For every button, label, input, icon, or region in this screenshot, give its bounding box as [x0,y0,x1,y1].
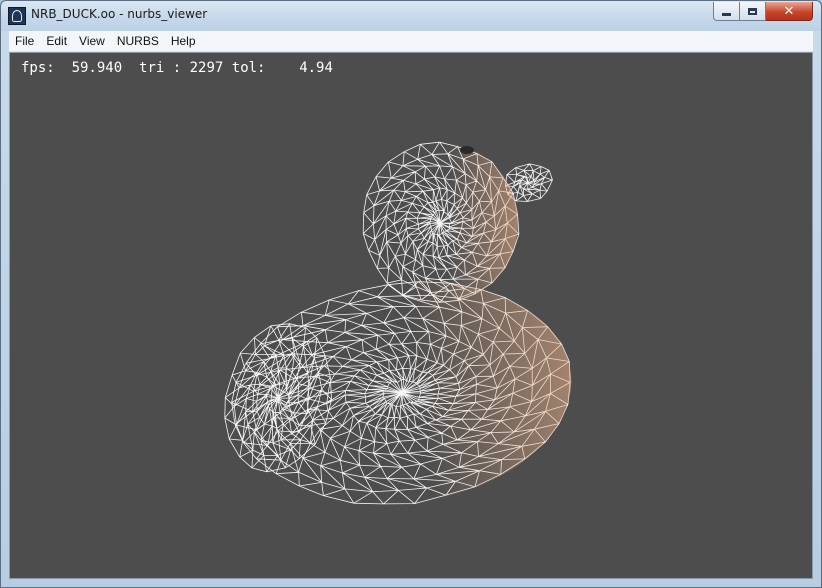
close-button[interactable]: ✕ [766,2,813,21]
menu-view[interactable]: View [73,31,111,51]
duck-eye [460,146,474,154]
duck-wireframe-mesh[interactable] [10,53,812,578]
maximize-icon [748,7,757,15]
menu-file[interactable]: File [9,31,40,51]
title-bar[interactable]: NRB_DUCK.oo - nurbs_viewer ✕ [1,1,821,31]
minimize-icon [722,13,731,16]
app-window: NRB_DUCK.oo - nurbs_viewer ✕ File Edit V… [0,0,822,588]
render-viewport[interactable]: fps: 59.940 tri : 2297 tol: 4.94 [9,52,813,579]
minimize-button[interactable] [713,2,740,21]
window-title: NRB_DUCK.oo - nurbs_viewer [31,7,208,21]
app-icon[interactable] [8,7,26,25]
menu-edit[interactable]: Edit [40,31,73,51]
body-shading [232,281,572,505]
menu-nurbs[interactable]: NURBS [111,31,165,51]
menu-help[interactable]: Help [165,31,202,51]
close-icon: ✕ [783,3,795,19]
maximize-button[interactable] [740,2,766,21]
menu-bar: File Edit View NURBS Help [9,31,813,52]
head-shading [362,143,518,303]
